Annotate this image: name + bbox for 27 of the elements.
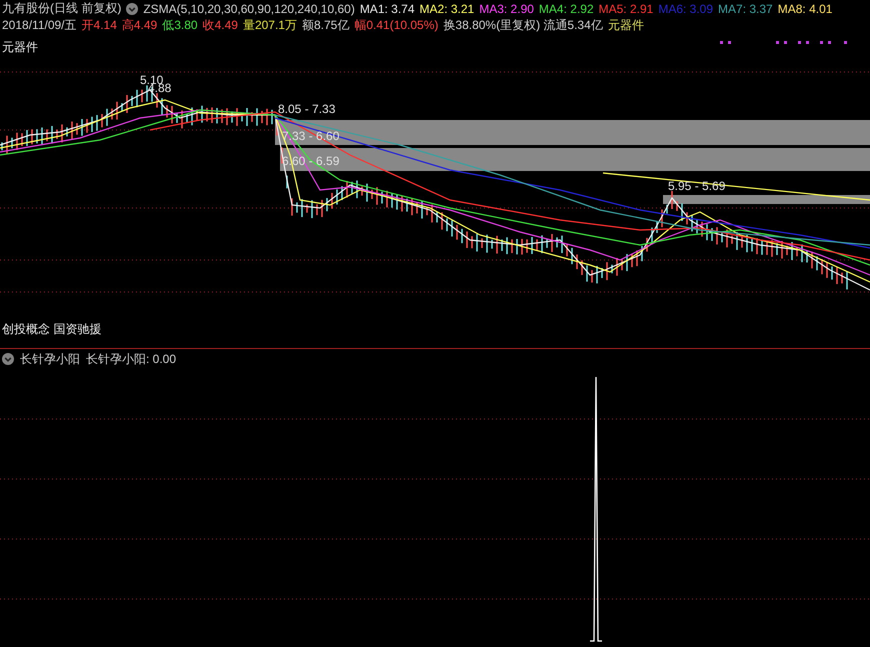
quote-field: 高4.49 xyxy=(122,17,158,34)
sector-text: 元器件 xyxy=(608,17,644,34)
ma-reading: MA7: 3.37 xyxy=(718,2,773,16)
quote-field: 开4.14 xyxy=(82,17,117,34)
ma-reading: MA3: 2.90 xyxy=(479,2,534,16)
sector-label: 元器件 xyxy=(2,38,38,56)
quote-field: 收4.49 xyxy=(202,17,238,34)
concept-tags: 创投概念 国资驰援 xyxy=(2,320,102,338)
quote-field: 低3.80 xyxy=(162,17,198,34)
dropdown-icon[interactable] xyxy=(126,2,138,14)
ma-reading: MA2: 3.21 xyxy=(420,2,474,16)
indicator-reading: 长针孕小阳: 0.00 xyxy=(86,350,176,368)
dropdown-icon[interactable] xyxy=(2,353,14,365)
ma-reading: MA8: 4.01 xyxy=(778,2,832,16)
quote-field: 量207.1万 xyxy=(242,17,297,34)
ma-reading: MA5: 2.91 xyxy=(598,2,654,16)
stock-title: 九有股份(日线 前复权) xyxy=(2,0,122,17)
indicator-name: 长针孕小阳 xyxy=(20,350,80,368)
ma-reading: MA4: 2.92 xyxy=(538,2,594,16)
turnover-text: 换38.80%(里复权) 流通5.34亿 xyxy=(443,17,603,34)
quote-field: 额8.75亿 xyxy=(302,17,350,34)
quote-date: 2018/11/09/五 xyxy=(2,17,77,34)
quote-field: 幅0.41(10.05%) xyxy=(354,17,438,34)
price-level-label: 8.05 - 7.33 xyxy=(278,102,336,116)
ma-reading: MA1: 3.74 xyxy=(360,2,415,16)
ma-reading: MA6: 3.09 xyxy=(658,2,714,16)
indicator-formula: ZSMA(5,10,20,30,60,90,120,240,10,60) xyxy=(143,2,355,16)
